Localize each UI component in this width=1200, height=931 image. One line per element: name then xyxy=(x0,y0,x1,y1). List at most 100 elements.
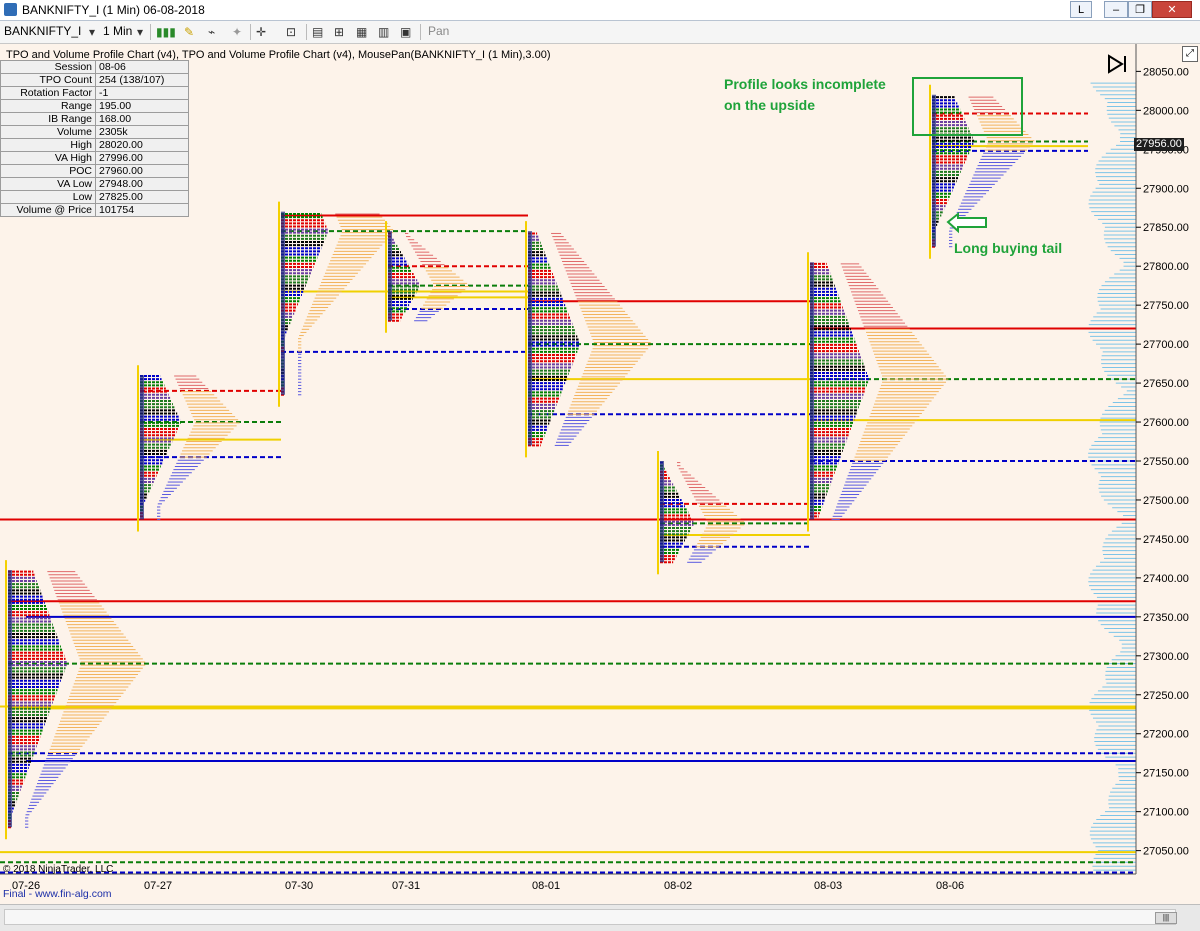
y-tick-label: 27400.00 xyxy=(1143,573,1189,585)
info-key: Volume xyxy=(0,125,96,139)
pan-button[interactable]: Pan xyxy=(428,24,449,38)
x-tick-label: 07-30 xyxy=(285,880,313,892)
copyright-text: © 2018 NinjaTrader, LLC xyxy=(3,864,114,875)
info-key: Rotation Factor xyxy=(0,86,96,100)
info-value: 27960.00 xyxy=(95,164,189,178)
link-button[interactable]: L xyxy=(1070,1,1092,18)
pencil-icon[interactable]: ✎ xyxy=(184,25,194,39)
info-value: 27825.00 xyxy=(95,190,189,204)
strategies-icon[interactable]: ▦ xyxy=(356,25,367,39)
y-tick-label: 27600.00 xyxy=(1143,417,1189,429)
drawing-tools-icon[interactable]: ⌁ xyxy=(208,25,215,39)
x-tick-label: 08-06 xyxy=(936,880,964,892)
info-key: IB Range xyxy=(0,112,96,126)
y-tick-label: 27550.00 xyxy=(1143,456,1189,468)
info-key: Session xyxy=(0,60,96,74)
instrument-selector[interactable]: BANKNIFTY_I xyxy=(4,24,81,38)
tpo-spine xyxy=(932,94,936,247)
info-value: 254 (138/107) xyxy=(95,73,189,87)
info-key: POC xyxy=(0,164,96,178)
info-value: 08-06 xyxy=(95,60,189,74)
info-value: 28020.00 xyxy=(95,138,189,152)
info-key: Range xyxy=(0,99,96,113)
interval-selector[interactable]: 1 Min xyxy=(103,24,132,38)
y-tick-label: 27100.00 xyxy=(1143,807,1189,819)
footer-link[interactable]: Final - www.fin-alg.com xyxy=(3,888,112,900)
annotation-buying-tail: Long buying tail xyxy=(954,240,1063,256)
y-tick-label: 27750.00 xyxy=(1143,300,1189,312)
y-tick-label: 27150.00 xyxy=(1143,768,1189,780)
data-box-icon[interactable]: ▣ xyxy=(400,25,411,39)
tpo-spine xyxy=(528,231,532,446)
close-icon[interactable]: ✕ xyxy=(1152,1,1192,18)
toolbar-divider xyxy=(306,24,307,40)
horizontal-scrollbar[interactable]: ||| xyxy=(4,909,1177,925)
info-key: TPO Count xyxy=(0,73,96,87)
info-value: 168.00 xyxy=(95,112,189,126)
minimize-icon[interactable]: – xyxy=(1104,1,1128,18)
last-price-marker: 27956.00 xyxy=(1134,138,1184,151)
restore-icon[interactable]: ❐ xyxy=(1128,1,1152,18)
chevron-down-icon[interactable]: ▾ xyxy=(89,25,95,39)
session-info-table: Session 08-06 TPO Count 254 (138/107) Rotati… xyxy=(0,60,189,217)
info-row: IB Range 168.00 xyxy=(0,112,189,126)
y-tick-label: 27850.00 xyxy=(1143,222,1189,234)
info-row: Volume 2305k xyxy=(0,125,189,139)
indicators-icon[interactable]: ⊞ xyxy=(334,25,344,39)
chevron-down-icon[interactable]: ▾ xyxy=(137,25,143,39)
y-tick-label: 28050.00 xyxy=(1143,66,1189,78)
info-row: Range 195.00 xyxy=(0,99,189,113)
info-key: High xyxy=(0,138,96,152)
app-icon xyxy=(4,3,17,16)
y-tick-label: 27050.00 xyxy=(1143,846,1189,858)
info-value: -1 xyxy=(95,86,189,100)
zoom-icon[interactable]: ⊡ xyxy=(286,25,296,39)
info-key: VA Low xyxy=(0,177,96,191)
info-row: POC 27960.00 xyxy=(0,164,189,178)
toolbar-divider xyxy=(250,24,251,40)
y-tick-label: 27900.00 xyxy=(1143,183,1189,195)
window-titlebar: BANKNIFTY_I (1 Min) 06-08-2018 L – ❐ ✕ xyxy=(0,0,1200,21)
info-key: Low xyxy=(0,190,96,204)
toolbar-divider xyxy=(420,24,421,40)
window-title: BANKNIFTY_I (1 Min) 06-08-2018 xyxy=(22,3,205,17)
info-row: Rotation Factor -1 xyxy=(0,86,189,100)
scroll-thumb[interactable]: ||| xyxy=(1155,912,1177,924)
y-tick-label: 27500.00 xyxy=(1143,495,1189,507)
info-row: Low 27825.00 xyxy=(0,190,189,204)
date-axis: 07-26 07-27 07-30 07-31 08-01 08-02 08-03 08-06 xyxy=(0,873,1136,892)
y-tick-label: 27300.00 xyxy=(1143,651,1189,663)
info-key: Volume @ Price xyxy=(0,203,96,217)
info-value: 2305k xyxy=(95,125,189,139)
info-value: 27996.00 xyxy=(95,151,189,165)
crosshair-icon[interactable]: ✛ xyxy=(256,25,266,39)
pin-icon[interactable]: ✦ xyxy=(232,25,242,39)
maximize-icon[interactable]: ⤢ xyxy=(1182,46,1198,62)
play-forward-icon[interactable] xyxy=(1106,53,1130,75)
y-tick-label: 27350.00 xyxy=(1143,612,1189,624)
properties-icon[interactable]: ▤ xyxy=(312,25,323,39)
tpo-spine xyxy=(810,262,814,520)
y-tick-label: 27700.00 xyxy=(1143,339,1189,351)
bar-style-icon[interactable]: ▮▮▮ xyxy=(156,25,176,39)
info-row: Session 08-06 xyxy=(0,60,189,74)
info-value: 27948.00 xyxy=(95,177,189,191)
tpo-spine xyxy=(140,375,144,520)
x-tick-label: 08-03 xyxy=(814,880,842,892)
y-tick-label: 27650.00 xyxy=(1143,378,1189,390)
tpo-spine xyxy=(660,461,664,563)
info-row: VA High 27996.00 xyxy=(0,151,189,165)
info-row: VA Low 27948.00 xyxy=(0,177,189,191)
info-row: Volume @ Price 101754 xyxy=(0,203,189,217)
info-value: 195.00 xyxy=(95,99,189,113)
chart-toolbar: BANKNIFTY_I ▾ 1 Min ▾ ▮▮▮ ✎ ⌁ ✦ ✛ ⊡ ▤ ⊞ … xyxy=(0,21,1200,44)
annotation-incomplete-line1: Profile looks incomplete xyxy=(724,76,886,92)
y-tick-label: 27800.00 xyxy=(1143,261,1189,273)
info-row: High 28020.00 xyxy=(0,138,189,152)
info-key: VA High xyxy=(0,151,96,165)
annotation-incomplete-line2: on the upside xyxy=(724,97,815,113)
y-tick-label: 27450.00 xyxy=(1143,534,1189,546)
chart-trader-icon[interactable]: ▥ xyxy=(378,25,389,39)
x-tick-label: 07-31 xyxy=(392,880,420,892)
price-axis: 28050.0028000.0027950.0027900.0027850.00… xyxy=(1135,44,1189,874)
